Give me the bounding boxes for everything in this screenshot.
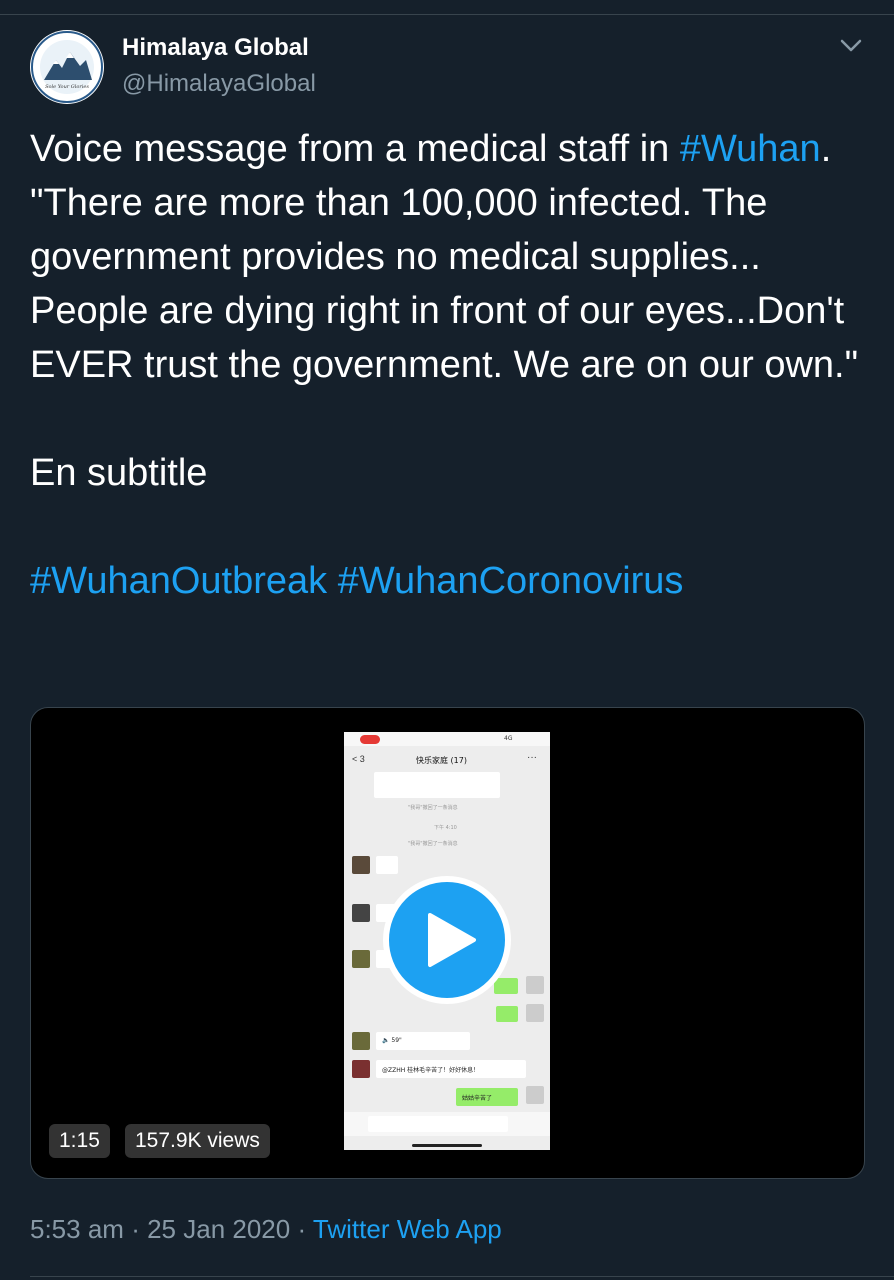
back-count: 3 — [359, 754, 365, 764]
chat-avatar — [526, 1086, 544, 1104]
chat-avatar — [352, 950, 370, 968]
top-divider — [0, 14, 894, 15]
video-views: 157.9K views — [125, 1124, 270, 1158]
subtitle-note: En subtitle — [30, 452, 208, 494]
system-message: "我哥"撤回了一条消息 — [408, 841, 458, 847]
phone-home-indicator — [412, 1144, 482, 1147]
tweet-text: Voice message from a medical staff in #W… — [30, 122, 870, 608]
chat-avatar — [526, 976, 544, 994]
chat-bubble-green: 姑姑辛苦了 — [456, 1088, 518, 1106]
hashtag-wuhanoutbreak[interactable]: #WuhanOutbreak — [30, 560, 327, 602]
bottom-divider — [30, 1276, 894, 1277]
chat-bubble-green — [496, 1006, 518, 1022]
video-duration: 1:15 — [49, 1124, 110, 1158]
chat-message-2: 姑姑辛苦了 — [462, 1095, 493, 1102]
avatar[interactable]: Sole Your Glories — [30, 30, 104, 104]
voice-duration-value: 59" — [391, 1037, 402, 1044]
chat-bubble-green — [494, 978, 518, 994]
phone-chat-title: 快乐家庭 (17) — [416, 756, 467, 765]
tweet-body: Voice message from a medical staff in #W… — [30, 122, 870, 392]
voice-duration: 🔈 59" — [382, 1037, 402, 1044]
avatar-logo: Sole Your Glories — [31, 31, 103, 103]
tweet-time[interactable]: 5:53 am — [30, 1214, 124, 1244]
hashtag-wuhancoronovirus[interactable]: #WuhanCoronovirus — [338, 560, 684, 602]
voice-bubble: 🔈 59" — [376, 1032, 470, 1050]
phone-input-bar — [344, 1112, 550, 1136]
phone-more-icon: ··· — [527, 752, 537, 763]
chat-message-1: @ZZHH 桂林毛辛苦了！好好休息！ — [382, 1067, 480, 1074]
phone-back: < 3 — [352, 754, 365, 764]
svg-text:Sole Your Glories: Sole Your Glories — [45, 84, 89, 90]
play-button[interactable] — [383, 876, 511, 1004]
tweet-source[interactable]: Twitter Web App — [313, 1214, 502, 1244]
chat-bubble — [374, 772, 500, 798]
phone-chat-header: < 3 快乐家庭 (17) ··· — [344, 746, 550, 774]
meta-separator: · — [131, 1214, 140, 1244]
chevron-down-icon[interactable] — [838, 34, 864, 56]
tweet-date[interactable]: 25 Jan 2020 — [147, 1214, 290, 1244]
hashtag-wuhan[interactable]: #Wuhan — [680, 128, 821, 170]
meta-separator: · — [297, 1214, 307, 1244]
video-player[interactable]: 4G < 3 快乐家庭 (17) ··· "我哥"撤回了一条消息 下午 4:10… — [30, 707, 865, 1179]
play-icon — [428, 913, 476, 967]
tweet-meta: 5:53 am · 25 Jan 2020 · Twitter Web App — [30, 1214, 502, 1245]
chat-avatar — [352, 1060, 370, 1078]
signal-label: 4G — [504, 735, 513, 742]
phone-input-box — [368, 1116, 508, 1132]
system-message: "我哥"撤回了一条消息 — [408, 805, 458, 811]
phone-status-bar: 4G — [344, 732, 550, 746]
chat-avatar — [352, 1032, 370, 1050]
hashtag-list: #WuhanOutbreak #WuhanCoronovirus — [30, 554, 870, 608]
record-indicator — [360, 735, 380, 744]
chat-avatar — [352, 904, 370, 922]
system-time: 下午 4:10 — [434, 825, 457, 831]
author-name[interactable]: Himalaya Global — [122, 34, 309, 62]
chat-avatar — [352, 856, 370, 874]
author-handle[interactable]: @HimalayaGlobal — [122, 70, 316, 98]
chat-bubble: @ZZHH 桂林毛辛苦了！好好休息！ — [376, 1060, 526, 1078]
chat-bubble — [376, 856, 398, 874]
chat-avatar — [526, 1004, 544, 1022]
tweet-line1: Voice message from a medical staff in — [30, 128, 670, 170]
